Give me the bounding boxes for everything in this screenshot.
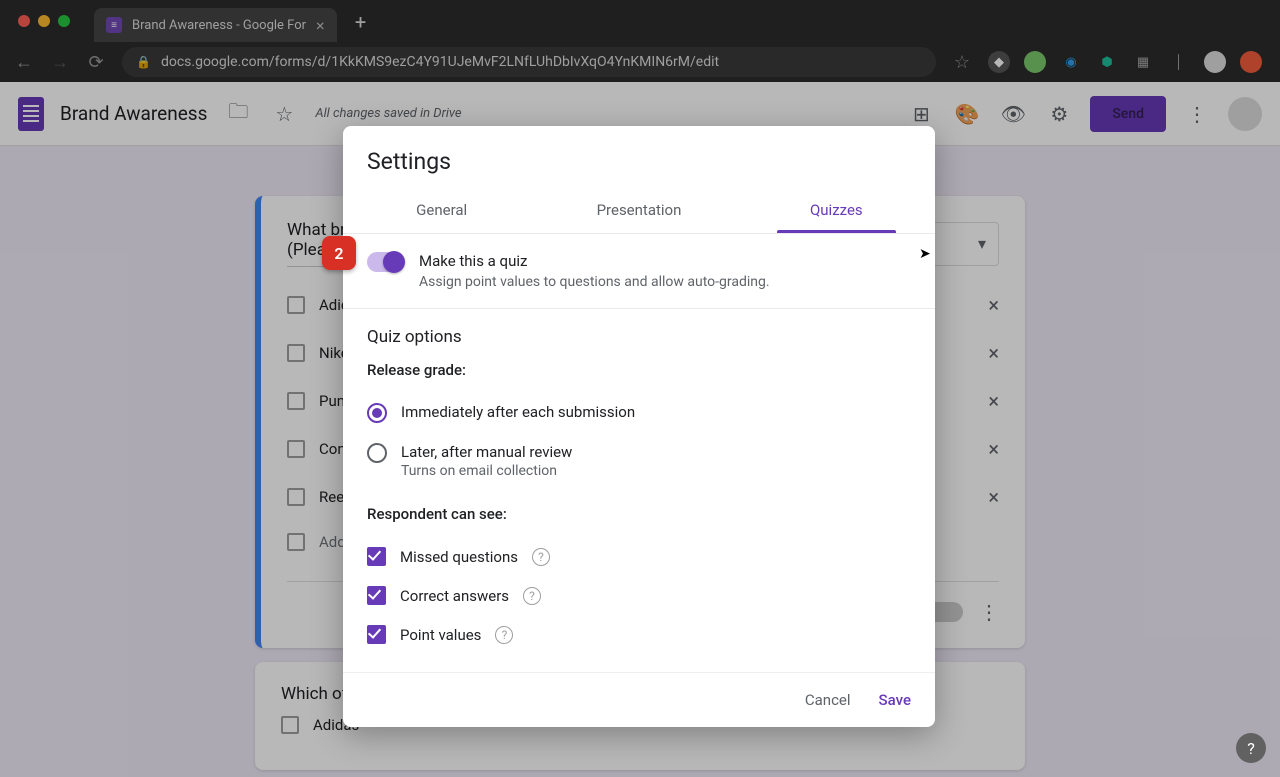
make-quiz-toggle[interactable]	[367, 252, 403, 272]
checkbox-label: Correct answers	[400, 587, 509, 605]
save-button[interactable]: Save	[879, 691, 911, 709]
checkbox-checked-icon[interactable]	[367, 547, 386, 566]
modal-title: Settings	[343, 126, 935, 187]
radio-unselected-icon[interactable]	[367, 443, 387, 463]
cancel-button[interactable]: Cancel	[805, 691, 851, 709]
toggle-description: Assign point values to questions and all…	[419, 274, 770, 290]
release-grade-label: Release grade:	[367, 361, 911, 379]
missed-questions-row[interactable]: Missed questions ?	[367, 537, 911, 576]
modal-actions: Cancel Save	[343, 672, 935, 727]
point-values-row[interactable]: Point values ?	[367, 615, 911, 654]
quiz-options-title: Quiz options	[367, 327, 911, 347]
radio-selected-icon[interactable]	[367, 403, 387, 423]
checkbox-checked-icon[interactable]	[367, 586, 386, 605]
correct-answers-row[interactable]: Correct answers ?	[367, 576, 911, 615]
checkbox-label: Point values	[400, 626, 481, 644]
radio-label: Immediately after each submission	[401, 403, 635, 421]
toggle-label: Make this a quiz	[419, 252, 770, 270]
radio-sublabel: Turns on email collection	[401, 463, 572, 479]
help-icon[interactable]: ?	[495, 626, 513, 644]
tab-presentation[interactable]: Presentation	[540, 187, 737, 233]
make-quiz-row: Make this a quiz Assign point values to …	[343, 234, 935, 308]
help-icon[interactable]: ?	[532, 548, 550, 566]
respondent-label: Respondent can see:	[367, 505, 911, 523]
quiz-options-section: Quiz options Release grade: Immediately …	[343, 309, 935, 672]
tab-general[interactable]: General	[343, 187, 540, 233]
release-immediately-row[interactable]: Immediately after each submission	[367, 393, 911, 433]
help-icon[interactable]: ?	[523, 587, 541, 605]
annotation-badge: 2	[322, 236, 356, 270]
checkbox-label: Missed questions	[400, 548, 518, 566]
tab-quizzes[interactable]: Quizzes	[738, 187, 935, 233]
checkbox-checked-icon[interactable]	[367, 625, 386, 644]
release-later-row[interactable]: Later, after manual review Turns on emai…	[367, 433, 911, 489]
radio-label: Later, after manual review	[401, 443, 572, 461]
cursor-icon: ➤	[919, 246, 931, 262]
modal-tabs: General Presentation Quizzes	[343, 187, 935, 233]
settings-modal: Settings General Presentation Quizzes Ma…	[343, 126, 935, 727]
help-fab-icon[interactable]: ?	[1236, 733, 1266, 763]
